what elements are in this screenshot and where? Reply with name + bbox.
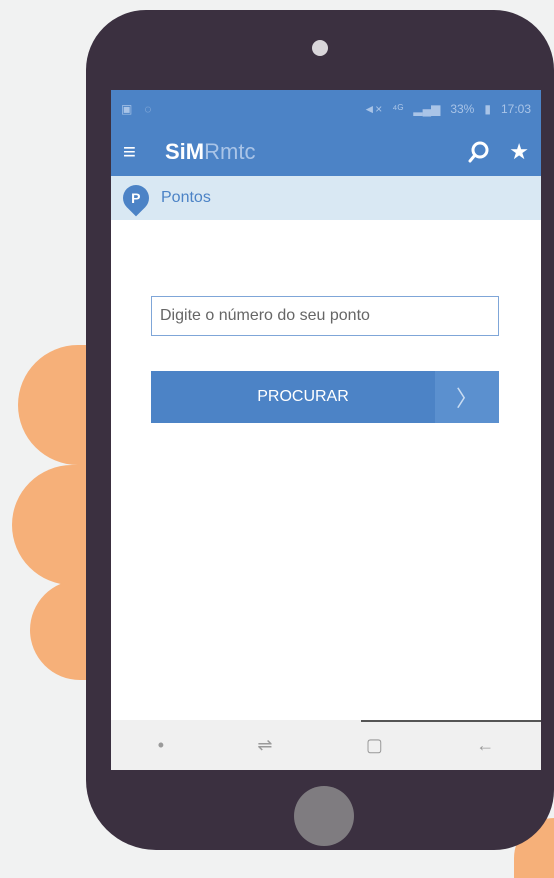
section-header: P Pontos: [111, 176, 541, 220]
home-icon[interactable]: ▢: [366, 735, 383, 756]
favorites-star-icon[interactable]: ★: [509, 139, 529, 165]
app-bar-actions: ★: [467, 139, 529, 165]
menu-icon[interactable]: ≡: [123, 139, 151, 165]
front-camera: [312, 40, 328, 56]
battery-text: 33%: [450, 102, 475, 116]
app-bar: ≡ SiM Rmtc ★: [111, 128, 541, 176]
clock: 17:03: [500, 102, 531, 116]
status-left-icons: ▣ ◌: [121, 102, 151, 116]
status-bar: ▣ ◌ ◄× ⁴ᴳ ▂▄▆ 33% ▮ 17:03: [111, 90, 541, 128]
search-button-label: PROCURAR: [257, 388, 349, 405]
network-icon: ⁴ᴳ: [392, 102, 404, 116]
whatsapp-icon: ◌: [144, 102, 152, 116]
recent-apps-icon[interactable]: ⇌: [257, 735, 272, 756]
back-icon[interactable]: ←: [476, 735, 494, 756]
logo-light: Rmtc: [204, 139, 256, 164]
nav-divider: [361, 720, 541, 722]
search-icon[interactable]: [467, 140, 491, 164]
status-right: ◄× ⁴ᴳ ▂▄▆ 33% ▮ 17:03: [363, 102, 531, 116]
section-title: Pontos: [161, 189, 211, 206]
search-button[interactable]: PROCURAR 〉: [151, 371, 499, 423]
phone-screen: ▣ ◌ ◄× ⁴ᴳ ▂▄▆ 33% ▮ 17:03 ≡ SiM Rmtc ★ P…: [111, 90, 541, 770]
pin-letter: P: [131, 190, 141, 206]
mute-icon: ◄×: [363, 102, 383, 116]
phone-frame: ▣ ◌ ◄× ⁴ᴳ ▂▄▆ 33% ▮ 17:03 ≡ SiM Rmtc ★ P…: [86, 10, 554, 850]
battery-icon: ▮: [484, 102, 491, 116]
map-pin-icon: P: [117, 179, 155, 217]
signal-icon: ▂▄▆: [413, 102, 441, 116]
stop-number-input[interactable]: [151, 296, 499, 336]
gallery-icon: ▣: [121, 102, 133, 116]
android-nav-bar: • ⇌ ▢ ←: [111, 720, 541, 770]
chevron-right-icon: 〉: [435, 371, 499, 423]
nav-dot-icon[interactable]: •: [158, 735, 164, 756]
logo-bold: SiM: [165, 139, 205, 164]
app-logo: SiM Rmtc: [165, 139, 255, 165]
physical-home-button[interactable]: [294, 786, 354, 846]
